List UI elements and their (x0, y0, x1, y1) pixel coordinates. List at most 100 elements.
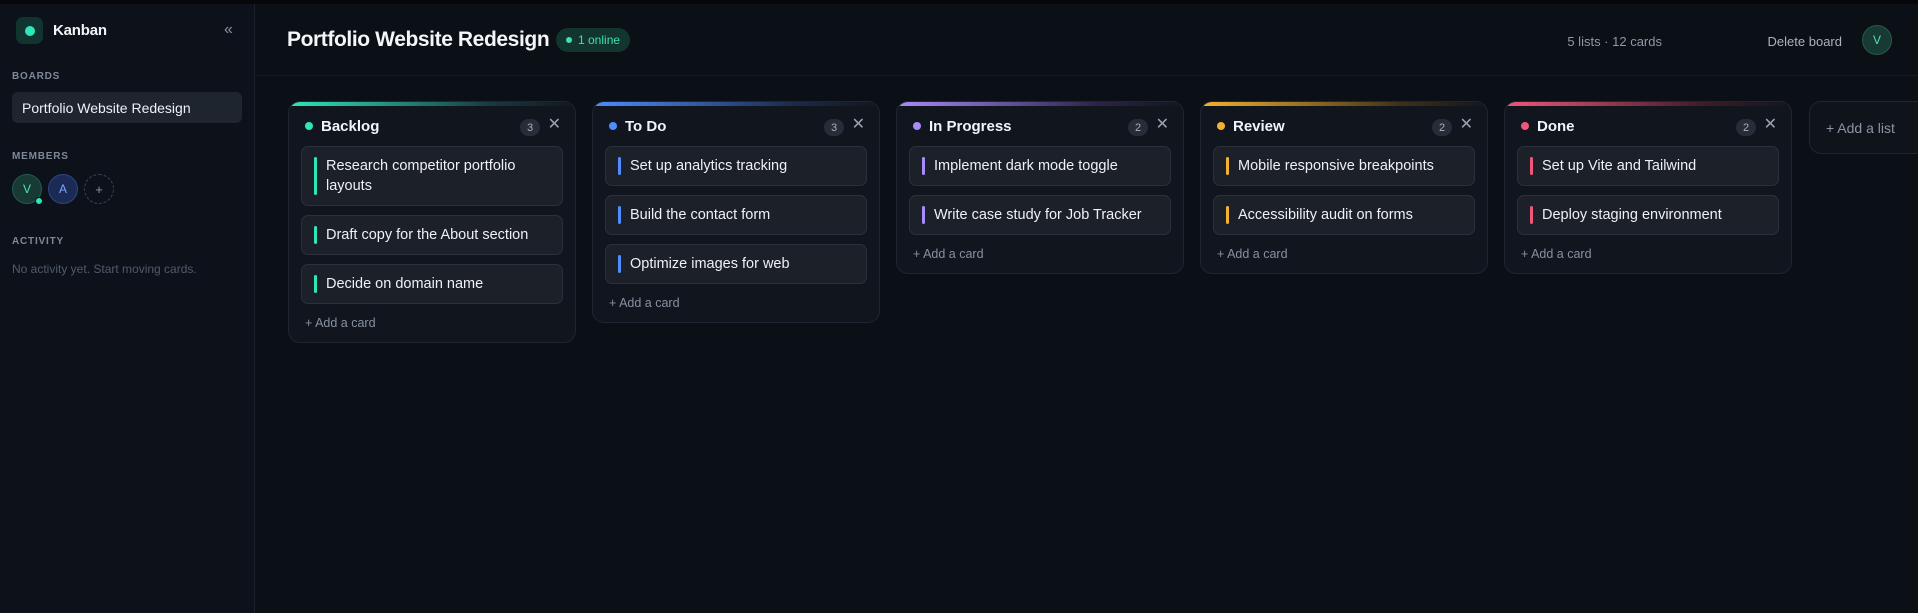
collapse-sidebar-icon[interactable]: « (224, 22, 233, 38)
card-title: Mobile responsive breakpoints (1238, 158, 1434, 174)
online-badge-text: 1 online (578, 33, 621, 47)
card-accent (314, 157, 317, 195)
add-card-button[interactable]: + Add a card (289, 304, 575, 330)
member-initial: A (58, 182, 67, 196)
list-title[interactable]: To Do (625, 118, 666, 135)
list-review: Review 2 ✕ Mobile responsive breakpoints… (1200, 101, 1488, 274)
card-accent (1530, 157, 1533, 175)
page-title: Portfolio Website Redesign (287, 28, 550, 51)
card-accent (1226, 157, 1229, 175)
card[interactable]: Optimize images for web (605, 244, 867, 284)
card[interactable]: Set up Vite and Tailwind (1517, 146, 1779, 186)
card[interactable]: Write case study for Job Tracker (909, 195, 1171, 235)
card-accent (618, 206, 621, 224)
list-backlog: Backlog 3 ✕ Research competitor portfoli… (288, 101, 576, 343)
brand: Kanban (16, 17, 107, 44)
add-card-button[interactable]: + Add a card (897, 235, 1183, 261)
card-list: Set up Vite and Tailwind Deploy staging … (1505, 146, 1791, 235)
delete-board-button[interactable]: Delete board (1768, 34, 1842, 49)
list-to-do: To Do 3 ✕ Set up analytics tracking Buil… (592, 101, 880, 323)
board-header: Portfolio Website Redesign 1 online 5 li… (256, 4, 1918, 76)
card-accent (618, 157, 621, 175)
card-title: Set up analytics tracking (630, 158, 788, 174)
members-section-label: MEMBERS (12, 151, 69, 162)
list-header[interactable]: Backlog 3 ✕ (289, 106, 575, 146)
member-avatar-v[interactable]: V (12, 174, 43, 205)
card-count-badge: 2 (1736, 119, 1756, 136)
card-count-badge: 2 (1128, 119, 1148, 136)
user-avatar[interactable]: V (1862, 25, 1892, 55)
card-list: Implement dark mode toggle Write case st… (897, 146, 1183, 235)
online-dot-icon (566, 37, 572, 43)
list-title[interactable]: Review (1233, 118, 1285, 135)
card-list: Set up analytics tracking Build the cont… (593, 146, 879, 284)
list-header[interactable]: Done 2 ✕ (1505, 106, 1791, 146)
boards-section-label: BOARDS (12, 71, 61, 82)
add-member-button[interactable]: + (84, 174, 114, 204)
card-count-badge: 2 (1432, 119, 1452, 136)
card[interactable]: Accessibility audit on forms (1213, 195, 1475, 235)
sidebar: Kanban « BOARDS Portfolio Website Redesi… (0, 4, 255, 613)
card-accent (314, 275, 317, 293)
online-indicator-icon (35, 197, 43, 205)
board-stats: 5 lists · 12 cards (1567, 34, 1662, 49)
online-status-badge: 1 online (556, 28, 631, 52)
list-dot-icon (1521, 122, 1529, 130)
close-icon[interactable]: ✕ (1156, 117, 1169, 133)
sidebar-board-item[interactable]: Portfolio Website Redesign (12, 92, 242, 123)
card-title: Deploy staging environment (1542, 207, 1722, 223)
list-header[interactable]: Review 2 ✕ (1201, 106, 1487, 146)
card-title: Accessibility audit on forms (1238, 207, 1413, 223)
card[interactable]: Research competitor portfolio layouts (301, 146, 563, 206)
card-title: Decide on domain name (326, 276, 484, 292)
card[interactable]: Implement dark mode toggle (909, 146, 1171, 186)
card-title: Implement dark mode toggle (934, 158, 1118, 174)
close-icon[interactable]: ✕ (852, 117, 865, 133)
add-card-button[interactable]: + Add a card (593, 284, 879, 310)
member-avatar-a[interactable]: A (48, 174, 78, 204)
card[interactable]: Deploy staging environment (1517, 195, 1779, 235)
activity-section-label: ACTIVITY (12, 236, 64, 247)
card-accent (922, 157, 925, 175)
card[interactable]: Build the contact form (605, 195, 867, 235)
list-header[interactable]: To Do 3 ✕ (593, 106, 879, 146)
list-dot-icon (1217, 122, 1225, 130)
kanban-logo-icon (16, 17, 43, 44)
card-title: Draft copy for the About section (326, 227, 529, 243)
list-done: Done 2 ✕ Set up Vite and Tailwind Deploy… (1504, 101, 1792, 274)
card-count-badge: 3 (520, 119, 540, 136)
card-list: Research competitor portfolio layouts Dr… (289, 146, 575, 304)
card[interactable]: Mobile responsive breakpoints (1213, 146, 1475, 186)
card-title: Build the contact form (630, 207, 771, 223)
card[interactable]: Decide on domain name (301, 264, 563, 304)
add-list-button[interactable]: + Add a list (1809, 101, 1918, 154)
member-initial: V (22, 182, 31, 196)
card-title: Research competitor portfolio layouts (326, 158, 516, 194)
card-title: Set up Vite and Tailwind (1542, 158, 1697, 174)
close-icon[interactable]: ✕ (1764, 117, 1777, 133)
close-icon[interactable]: ✕ (548, 117, 561, 133)
add-card-button[interactable]: + Add a card (1201, 235, 1487, 261)
card-title: Write case study for Job Tracker (934, 207, 1142, 223)
list-dot-icon (609, 122, 617, 130)
card-count-badge: 3 (824, 119, 844, 136)
card-accent (1226, 206, 1229, 224)
card-accent (922, 206, 925, 224)
list-header[interactable]: In Progress 2 ✕ (897, 106, 1183, 146)
list-title[interactable]: Backlog (321, 118, 379, 135)
member-list: V A + (12, 174, 114, 205)
card-title: Optimize images for web (630, 256, 790, 272)
list-dot-icon (305, 122, 313, 130)
card-accent (1530, 206, 1533, 224)
card-accent (618, 255, 621, 273)
list-dot-icon (913, 122, 921, 130)
close-icon[interactable]: ✕ (1460, 117, 1473, 133)
card-list: Mobile responsive breakpoints Accessibil… (1201, 146, 1487, 235)
list-title[interactable]: In Progress (929, 118, 1012, 135)
card[interactable]: Set up analytics tracking (605, 146, 867, 186)
card[interactable]: Draft copy for the About section (301, 215, 563, 255)
list-in-progress: In Progress 2 ✕ Implement dark mode togg… (896, 101, 1184, 274)
list-title[interactable]: Done (1537, 118, 1575, 135)
add-card-button[interactable]: + Add a card (1505, 235, 1791, 261)
activity-empty-text: No activity yet. Start moving cards. (12, 262, 197, 276)
